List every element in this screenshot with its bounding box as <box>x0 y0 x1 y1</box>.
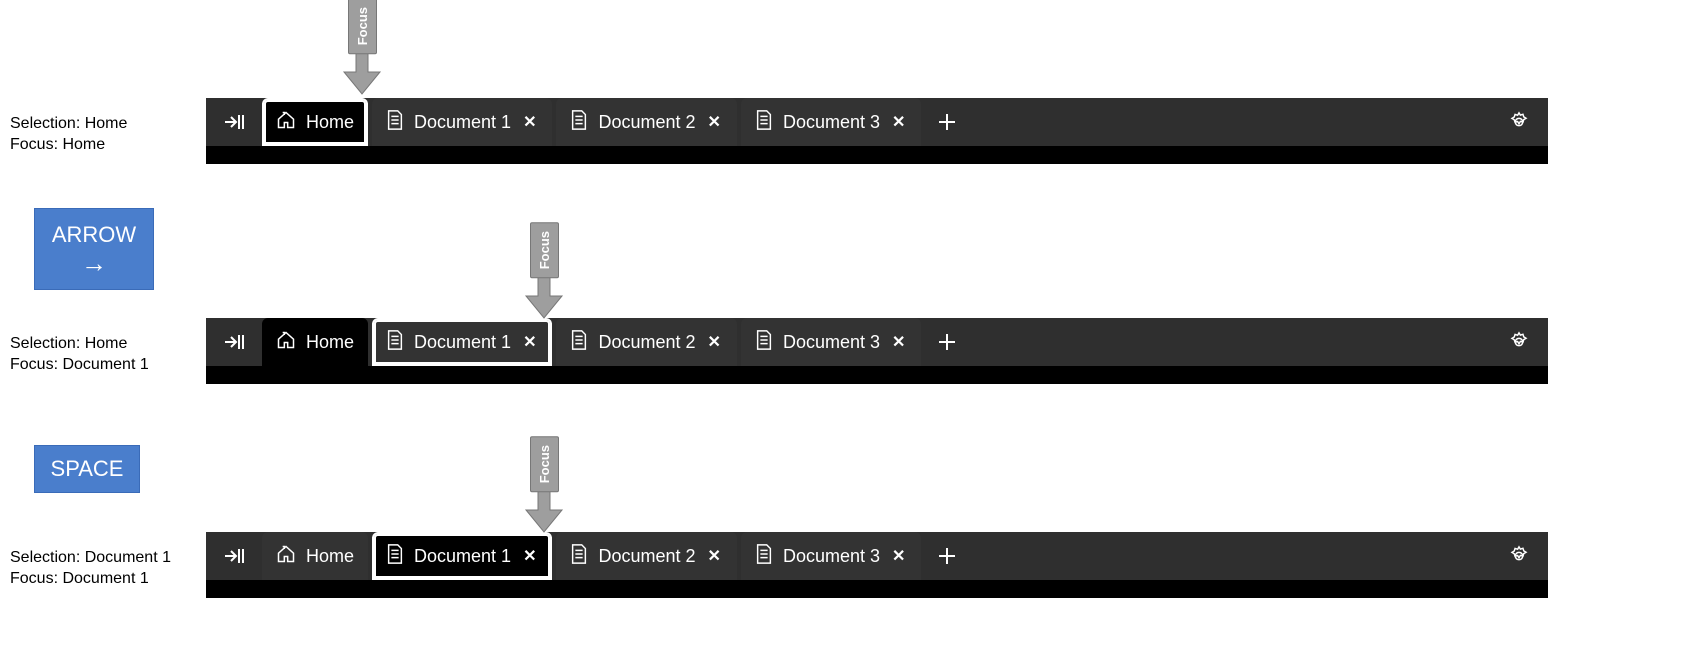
document-icon <box>570 110 588 135</box>
status-selection: Selection: Home <box>10 114 127 135</box>
document-icon <box>386 330 404 355</box>
tab-document-2[interactable]: Document 2 ✕ <box>556 532 736 580</box>
add-tab-button[interactable] <box>925 318 969 366</box>
document-icon <box>570 330 588 355</box>
tab-label: Home <box>306 332 354 353</box>
document-icon <box>570 110 588 130</box>
tab-group: Home Document 1 ✕ Document 2 ✕ Document 3 ✕ <box>262 318 921 366</box>
home-icon <box>276 330 296 350</box>
close-icon[interactable]: ✕ <box>521 332 538 352</box>
tab-label: Home <box>306 112 354 133</box>
focus-pointer-label: Focus <box>348 0 377 54</box>
tab-document-1[interactable]: Document 1 ✕ <box>372 98 552 146</box>
tab-document-2[interactable]: Document 2 ✕ <box>556 98 736 146</box>
tab-label: Document 3 <box>783 332 880 353</box>
status-focus: Focus: Document 1 <box>10 569 171 590</box>
document-icon <box>386 110 404 130</box>
document-icon <box>386 544 404 569</box>
focus-pointer-label: Focus <box>530 436 559 492</box>
status-text: Selection: Home Focus: Home <box>10 114 127 156</box>
tab-document-1[interactable]: Document 1 ✕ <box>372 318 552 366</box>
close-icon[interactable]: ✕ <box>890 332 907 352</box>
arrow-down-icon <box>524 276 564 320</box>
tab-label: Document 3 <box>783 112 880 133</box>
tab-label: Home <box>306 546 354 567</box>
add-tab-button[interactable] <box>925 532 969 580</box>
tabbar: Home Document 1 ✕ Document 2 ✕ Document 3 ✕ <box>206 532 1548 598</box>
document-icon <box>386 110 404 135</box>
tab-document-3[interactable]: Document 3 ✕ <box>741 532 921 580</box>
document-icon <box>755 110 773 135</box>
tab-document-1[interactable]: Document 1 ✕ <box>372 532 552 580</box>
settings-button[interactable] <box>1496 318 1548 366</box>
tab-label: Document 2 <box>598 332 695 353</box>
arrow-down-icon <box>342 52 382 96</box>
space-key: SPACE <box>34 445 140 493</box>
close-icon[interactable]: ✕ <box>890 546 907 566</box>
close-icon[interactable]: ✕ <box>706 112 723 132</box>
space-key-label: SPACE <box>51 456 124 482</box>
status-selection: Selection: Home <box>10 334 149 355</box>
status-selection: Selection: Document 1 <box>10 548 171 569</box>
close-icon[interactable]: ✕ <box>706 546 723 566</box>
home-icon <box>276 110 296 130</box>
nav-forward-button[interactable] <box>212 532 258 580</box>
focus-pointer: Focus <box>524 436 564 534</box>
home-icon <box>276 544 296 564</box>
tabbar: Home Document 1 ✕ Document 2 ✕ Document 3 ✕ <box>206 318 1548 384</box>
status-text: Selection: Home Focus: Document 1 <box>10 334 149 376</box>
status-focus: Focus: Document 1 <box>10 355 149 376</box>
tab-document-2[interactable]: Document 2 ✕ <box>556 318 736 366</box>
home-icon <box>276 110 296 135</box>
tab-label: Document 1 <box>414 112 511 133</box>
tab-document-3[interactable]: Document 3 ✕ <box>741 98 921 146</box>
document-icon <box>570 544 588 564</box>
tab-label: Document 3 <box>783 546 880 567</box>
status-text: Selection: Document 1 Focus: Document 1 <box>10 548 171 590</box>
tab-label: Document 1 <box>414 546 511 567</box>
focus-pointer: Focus <box>342 0 382 96</box>
document-icon <box>755 544 773 564</box>
close-icon[interactable]: ✕ <box>890 112 907 132</box>
settings-button[interactable] <box>1496 98 1548 146</box>
tab-home[interactable]: Home <box>262 318 368 366</box>
settings-button[interactable] <box>1496 532 1548 580</box>
tab-home[interactable]: Home <box>262 532 368 580</box>
tabbar: Home Document 1 ✕ Document 2 ✕ Document 3 ✕ <box>206 98 1548 164</box>
document-icon <box>755 330 773 355</box>
add-tab-button[interactable] <box>925 98 969 146</box>
arrow-down-icon <box>524 490 564 534</box>
close-icon[interactable]: ✕ <box>521 546 538 566</box>
document-icon <box>570 544 588 569</box>
tab-home[interactable]: Home <box>262 98 368 146</box>
tab-label: Document 2 <box>598 112 695 133</box>
tab-group: Home Document 1 ✕ Document 2 ✕ Document 3 ✕ <box>262 532 921 580</box>
tab-label: Document 2 <box>598 546 695 567</box>
focus-pointer: Focus <box>524 222 564 320</box>
tab-document-3[interactable]: Document 3 ✕ <box>741 318 921 366</box>
focus-pointer-label: Focus <box>530 222 559 278</box>
document-icon <box>386 330 404 350</box>
document-icon <box>386 544 404 564</box>
nav-forward-button[interactable] <box>212 98 258 146</box>
tab-label: Document 1 <box>414 332 511 353</box>
document-icon <box>755 330 773 350</box>
arrow-key-label: ARROW <box>52 222 136 248</box>
document-icon <box>570 330 588 350</box>
tab-group: Home Document 1 ✕ Document 2 ✕ Document 3 ✕ <box>262 98 921 146</box>
close-icon[interactable]: ✕ <box>706 332 723 352</box>
nav-forward-button[interactable] <box>212 318 258 366</box>
arrow-key: ARROW → <box>34 208 154 290</box>
document-icon <box>755 544 773 569</box>
home-icon <box>276 544 296 569</box>
close-icon[interactable]: ✕ <box>521 112 538 132</box>
status-focus: Focus: Home <box>10 135 127 156</box>
arrow-right-icon: → <box>81 250 107 276</box>
document-icon <box>755 110 773 130</box>
home-icon <box>276 330 296 355</box>
